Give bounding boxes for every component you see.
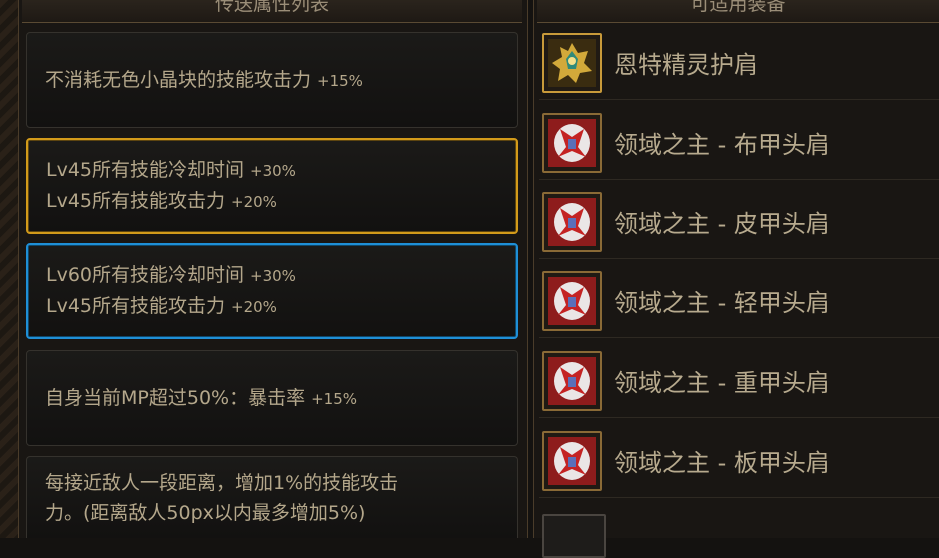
equipment-item[interactable]: 恩特精灵护肩 [539,29,939,100]
option-text: Lv45所有技能攻击力 [46,295,226,317]
item-name: 领域之主 - 重甲头肩 [614,369,830,397]
domain-lord-shoulder-icon [548,119,596,167]
option-text: 力。(距离敌人50px以内最多增加5%) [45,501,366,524]
attribute-option[interactable]: 不消耗无色小晶块的技能攻击力 +15% [26,32,518,128]
equipment-item[interactable]: 领域之主 - 板甲头肩 [539,427,939,498]
empty-item-slot [542,514,606,558]
item-slot [542,271,602,331]
item-slot [542,351,602,411]
item-slot [542,33,602,93]
option-line: Lv45所有技能冷却时间 +30% [46,155,516,186]
option-line: Lv60所有技能冷却时间 +30% [46,260,516,291]
item-name: 领域之主 - 布甲头肩 [614,131,830,159]
equipment-item[interactable]: 领域之主 - 布甲头肩 [539,109,939,180]
option-text: Lv45所有技能攻击力 [46,190,226,212]
option-line: 每接近敌人一段距离，增加1%的技能攻击 [45,468,517,498]
item-name: 领域之主 - 皮甲头肩 [614,210,830,238]
equipment-item[interactable]: 领域之主 - 皮甲头肩 [539,188,939,259]
option-bonus: +20% [231,298,277,316]
attribute-option-hovered[interactable]: Lv60所有技能冷却时间 +30% Lv45所有技能攻击力 +20% [26,243,518,339]
option-line: 自身当前MP超过50%：暴击率 +15% [45,383,517,414]
domain-lord-shoulder-icon [548,277,596,325]
attribute-option[interactable]: 每接近敌人一段距离，增加1%的技能攻击 力。(距离敌人50px以内最多增加5%) [26,456,518,538]
item-slot [542,192,602,252]
domain-lord-shoulder-icon [548,357,596,405]
attribute-option[interactable]: 自身当前MP超过50%：暴击率 +15% [26,350,518,446]
option-line: Lv45所有技能攻击力 +20% [46,186,516,217]
elf-shoulder-icon [548,39,596,87]
option-bonus: +15% [317,71,363,90]
item-name: 领域之主 - 轻甲头肩 [614,289,830,317]
attribute-option-selected[interactable]: Lv45所有技能冷却时间 +30% Lv45所有技能攻击力 +20% [26,138,518,234]
equipment-item[interactable]: 领域之主 - 重甲头肩 [539,347,939,418]
item-slot [542,431,602,491]
equipment-list-header: 可适用装备 [537,0,939,23]
domain-lord-shoulder-icon [548,198,596,246]
option-text: Lv60所有技能冷却时间 [46,264,245,286]
option-bonus: +20% [231,193,277,211]
equipment-item[interactable]: 领域之主 - 轻甲头肩 [539,267,939,338]
item-name: 领域之主 - 板甲头肩 [614,449,830,477]
domain-lord-shoulder-icon [548,437,596,485]
option-line: 不消耗无色小晶块的技能攻击力 +15% [45,65,517,96]
option-bonus: +15% [311,389,358,408]
option-line: Lv45所有技能攻击力 +20% [46,291,516,322]
item-slot [542,113,602,173]
option-bonus: +30% [250,162,296,180]
option-line: 力。(距离敌人50px以内最多增加5%) [45,498,517,528]
attribute-list-header: 传送属性列表 [22,0,522,23]
option-text: 每接近敌人一段距离，增加1%的技能攻击 [45,471,399,494]
option-text: 自身当前MP超过50%：暴击率 [45,386,306,409]
option-text: Lv45所有技能冷却时间 [46,159,245,181]
option-bonus: +30% [250,267,296,285]
option-text: 不消耗无色小晶块的技能攻击力 [45,68,312,91]
item-name: 恩特精灵护肩 [614,51,758,79]
